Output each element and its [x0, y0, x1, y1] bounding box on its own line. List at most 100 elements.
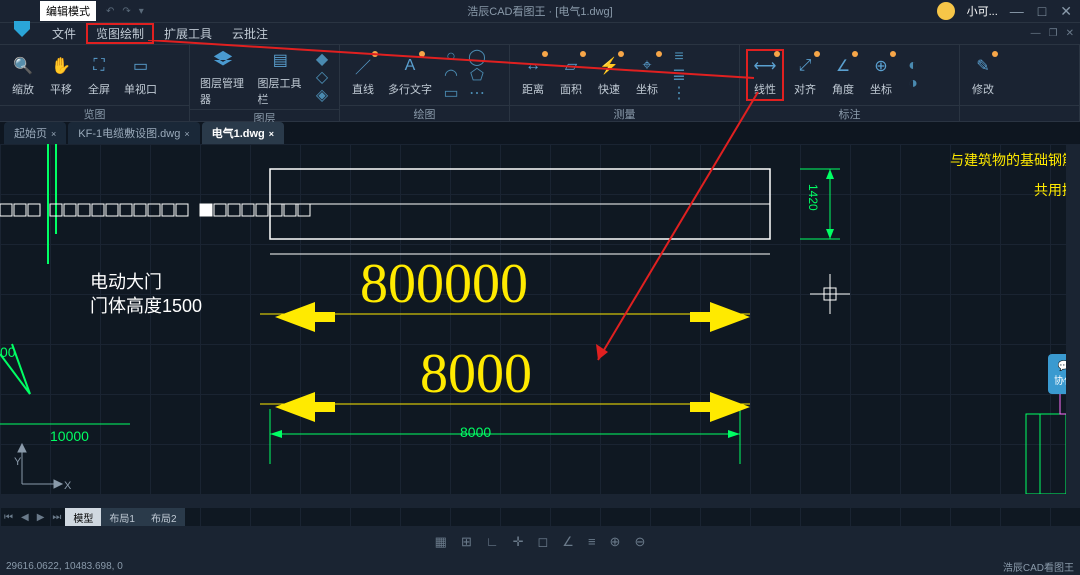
cad-note-1: 与建筑物的基础钢筋 [950, 150, 1076, 170]
tool-fullscreen[interactable]: ⛶全屏 [82, 51, 116, 99]
layout-nav-prev-icon[interactable]: ◀ [17, 512, 33, 523]
layout-tab-model[interactable]: 模型 [65, 508, 101, 527]
otrack-icon[interactable]: ∠ [562, 534, 574, 550]
drawing-viewport[interactable]: 电动大门 门体高度1500 00 10000 8000 1420 与建筑物的基础… [0, 144, 1080, 526]
mini-restore-icon[interactable]: ❐ [1049, 28, 1058, 39]
statusbar: 29616.0622, 10483.698, 0 浩辰CAD看图王 [0, 557, 1080, 575]
layout-tab-2[interactable]: 布局2 [143, 508, 185, 527]
minimize-icon[interactable]: — [1010, 3, 1024, 20]
avatar[interactable] [937, 2, 955, 20]
tool-linear[interactable]: ⟷线性 [746, 49, 784, 101]
distance-icon: ↔ [520, 53, 546, 79]
username: 小可... [967, 3, 998, 19]
tool-distance[interactable]: ↔距离 [516, 51, 550, 99]
ribbon-group-label: 标注 [740, 105, 959, 121]
dropdown-icon[interactable]: ▾ [139, 6, 144, 17]
menu-cloud-annot[interactable]: 云批注 [222, 23, 278, 44]
draw-mini-3-icon[interactable]: ▭ [440, 85, 462, 101]
layer-mini-3-icon[interactable]: ◈ [311, 87, 333, 103]
app-name: 浩辰CAD看图王 [1003, 559, 1074, 574]
angle-dim-icon: ∠ [830, 53, 856, 79]
tool-modify[interactable]: ✎修改 [966, 51, 1000, 99]
annot-mini-2-icon[interactable]: ◑ [902, 76, 924, 92]
tab-close-icon[interactable]: × [184, 129, 189, 139]
tool-pan[interactable]: ✋平移 [44, 51, 78, 99]
lineweight-icon[interactable]: ≡ [588, 534, 596, 549]
window-title: 浩辰CAD看图王 · [电气1.dwg] [467, 3, 612, 19]
draw-mini-5-icon[interactable]: ⬠ [466, 67, 488, 83]
layout-tab-1[interactable]: 布局1 [101, 508, 143, 527]
dim-1420: 1420 [806, 184, 820, 211]
tab-home[interactable]: 起始页× [4, 122, 66, 144]
osnap-icon[interactable]: ◻ [537, 534, 548, 550]
annot-mini-1-icon[interactable]: ◐ [902, 58, 924, 74]
draw-mini-6-icon[interactable]: ⋯ [466, 85, 488, 101]
layout-tabs: ⏮ ◀ ▶ ⏭ 模型 布局1 布局2 [0, 508, 185, 526]
maximize-icon[interactable]: □ [1038, 3, 1046, 20]
status-icons: ▦ ⊞ ∟ ✛ ◻ ∠ ≡ ⊕ ⊖ [0, 526, 1080, 557]
ribbon-group-annotate: ⟷线性 ⤢对齐 ∠角度 ⊕坐标 ◐ ◑ 标注 [740, 45, 960, 121]
zoom-plus-icon[interactable]: ⊕ [610, 534, 621, 550]
polar-icon[interactable]: ✛ [513, 534, 524, 550]
tool-area[interactable]: ▱面积 [554, 51, 588, 99]
draw-mini-2-icon[interactable]: ◠ [440, 67, 462, 83]
viewport-icon: ▭ [128, 53, 154, 79]
snap-icon[interactable]: ▦ [435, 534, 447, 550]
measure-mini-3-icon[interactable]: ⋮ [668, 85, 690, 101]
layout-nav-first-icon[interactable]: ⏮ [0, 512, 17, 523]
cad-text-door: 电动大门 [90, 268, 162, 294]
text-icon: A [397, 53, 423, 79]
tab-close-icon[interactable]: × [51, 129, 56, 139]
tool-angle[interactable]: ∠角度 [826, 51, 860, 99]
ortho-icon[interactable]: ∟ [486, 534, 499, 549]
coord-icon: ⌖ [634, 53, 660, 79]
tool-zoom[interactable]: 🔍缩放 [6, 51, 40, 99]
tool-quick[interactable]: ⚡快速 [592, 51, 626, 99]
tab-kf1[interactable]: KF-1电缆敷设图.dwg× [68, 122, 199, 144]
draw-mini-4-icon[interactable]: ◯ [466, 49, 488, 65]
tool-layer-manager[interactable]: 图层管理器 [196, 45, 250, 109]
grid-icon[interactable]: ⊞ [461, 534, 472, 550]
ucs-y-label: Y [14, 456, 21, 468]
redo-icon[interactable]: ↷ [122, 6, 130, 17]
undo-icon[interactable]: ↶ [106, 6, 114, 17]
ribbon-group-layer: 图层管理器 ▤图层工具栏 ◆ ◇ ◈ 图层 [190, 45, 340, 121]
mini-close-icon[interactable]: ✕ [1066, 28, 1074, 39]
app-logo-icon[interactable] [8, 15, 36, 43]
fullscreen-icon: ⛶ [86, 53, 112, 79]
layers-icon [210, 47, 236, 73]
zoom-minus-icon[interactable]: ⊖ [634, 534, 645, 550]
draw-mini-1-icon[interactable]: ○ [440, 49, 462, 65]
scrollbar-horizontal[interactable] [0, 494, 1066, 508]
close-icon[interactable]: ✕ [1060, 3, 1072, 20]
measure-mini-2-icon[interactable]: ≣ [668, 67, 690, 83]
tool-coord-annot[interactable]: ⊕坐标 [864, 51, 898, 99]
tool-aligned[interactable]: ⤢对齐 [788, 51, 822, 99]
measure-mini-1-icon[interactable]: ≡ [668, 49, 690, 65]
tool-line[interactable]: ／直线 [346, 51, 380, 99]
layer-mini-2-icon[interactable]: ◇ [311, 69, 333, 85]
ribbon-group-draw: ／直线 A多行文字 ○◠▭ ◯⬠⋯ 绘图 [340, 45, 510, 121]
mode-badge: 编辑模式 [40, 1, 96, 21]
layout-nav-next-icon[interactable]: ▶ [33, 512, 49, 523]
layer-mini-1-icon[interactable]: ◆ [311, 51, 333, 67]
document-tabs: 起始页× KF-1电缆敷设图.dwg× 电气1.dwg× [0, 122, 1080, 144]
modify-icon: ✎ [970, 53, 996, 79]
tool-layer-toolbar[interactable]: ▤图层工具栏 [254, 45, 308, 109]
tool-coord-measure[interactable]: ⌖坐标 [630, 51, 664, 99]
tab-close-icon[interactable]: × [269, 129, 274, 139]
layout-nav-last-icon[interactable]: ⏭ [48, 512, 65, 523]
layer-toolbar-icon: ▤ [267, 47, 293, 73]
tab-elec1[interactable]: 电气1.dwg× [202, 122, 284, 144]
tool-viewport[interactable]: ▭单视口 [120, 51, 161, 99]
quick-access: ↶ ↷ ▾ [106, 6, 144, 17]
linear-dim-icon: ⟷ [752, 53, 778, 79]
menu-view-draw[interactable]: 览图绘制 [86, 23, 154, 44]
tool-mtext[interactable]: A多行文字 [384, 51, 436, 99]
menu-file[interactable]: 文件 [42, 23, 86, 44]
menu-ext-tools[interactable]: 扩展工具 [154, 23, 222, 44]
big-dim-800000: 800000 [360, 252, 528, 316]
ucs-x-label: X [64, 480, 71, 492]
scrollbar-vertical[interactable] [1066, 144, 1080, 508]
mini-minimize-icon[interactable]: — [1031, 28, 1041, 39]
